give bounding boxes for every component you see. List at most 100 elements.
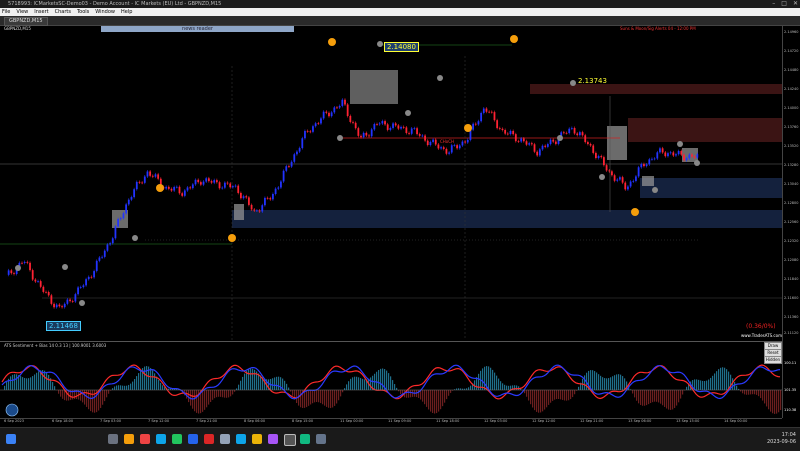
mail-icon[interactable] bbox=[156, 434, 166, 444]
candle-body bbox=[248, 197, 250, 204]
candle-body bbox=[507, 134, 509, 135]
histogram-bar bbox=[674, 390, 675, 408]
menu-window[interactable]: Window bbox=[95, 8, 115, 16]
candle-body bbox=[590, 144, 592, 145]
histogram-bar bbox=[350, 379, 351, 390]
histogram-bar bbox=[410, 390, 411, 397]
indicator-svg bbox=[0, 342, 782, 419]
histogram-bar bbox=[504, 385, 505, 390]
pivot-marker-5 bbox=[337, 135, 343, 141]
candle-body bbox=[99, 257, 101, 260]
site-label: www.TradesATS.com bbox=[741, 333, 782, 338]
histogram-bar bbox=[470, 386, 471, 390]
menu-charts[interactable]: Charts bbox=[55, 8, 71, 16]
histogram-bar bbox=[644, 390, 645, 406]
maximize-button[interactable]: □ bbox=[781, 0, 787, 8]
menu-help[interactable]: Help bbox=[121, 8, 132, 16]
price-axis[interactable]: 2.14960 2.14720 2.14480 2.14240 2.14000 … bbox=[782, 26, 800, 418]
histogram-bar bbox=[32, 376, 33, 390]
candle-body bbox=[245, 196, 247, 197]
candle-body bbox=[256, 210, 258, 211]
histogram-bar bbox=[30, 377, 31, 390]
candle-body bbox=[189, 187, 191, 188]
candle-body bbox=[654, 159, 656, 160]
pivot-marker-13 bbox=[694, 160, 700, 166]
histogram-bar bbox=[426, 390, 427, 407]
candle-body bbox=[187, 187, 189, 190]
menu-file[interactable]: File bbox=[2, 8, 10, 16]
system-clock[interactable]: 17:04 2023-09-06 bbox=[767, 432, 796, 446]
app-icon-4[interactable] bbox=[300, 434, 310, 444]
app-icon-3[interactable] bbox=[268, 434, 278, 444]
close-button[interactable]: ✕ bbox=[793, 0, 798, 8]
candle-body bbox=[293, 154, 295, 161]
candle-body bbox=[446, 149, 448, 154]
browser-icon[interactable] bbox=[140, 434, 150, 444]
price-tick: 2.14480 bbox=[784, 68, 798, 72]
histogram-bar bbox=[146, 366, 147, 390]
app-icon-5[interactable] bbox=[316, 434, 326, 444]
histogram-bar bbox=[778, 390, 779, 412]
histogram-bar bbox=[158, 380, 159, 390]
histogram-bar bbox=[722, 367, 723, 390]
tab-gbpnzd[interactable]: GBPNZD,M15 bbox=[4, 17, 48, 26]
histogram-bar bbox=[228, 390, 229, 397]
histogram-bar bbox=[160, 383, 161, 390]
word-icon[interactable] bbox=[188, 434, 198, 444]
candle-body bbox=[224, 183, 226, 188]
price-chart[interactable] bbox=[0, 26, 782, 340]
histogram-bar bbox=[120, 385, 121, 390]
candle-body bbox=[643, 164, 645, 166]
pivot-marker-14 bbox=[652, 187, 658, 193]
candle-body bbox=[494, 112, 496, 120]
histogram-bar bbox=[458, 388, 459, 390]
pivot-marker-12 bbox=[677, 141, 683, 147]
indicator-level: 101.35 bbox=[784, 388, 796, 392]
histogram-bar bbox=[244, 374, 245, 390]
file-explorer-icon[interactable] bbox=[124, 434, 134, 444]
time-tick: 13 Sep 15:00 bbox=[676, 419, 699, 423]
histogram-bar bbox=[136, 376, 137, 390]
histogram-bar bbox=[100, 390, 101, 408]
histogram-bar bbox=[138, 373, 139, 390]
candle-body bbox=[659, 148, 661, 152]
price-tick: 2.11600 bbox=[784, 296, 798, 300]
menu-tools[interactable]: Tools bbox=[77, 8, 89, 16]
candle-body bbox=[125, 204, 127, 213]
histogram-bar bbox=[104, 390, 105, 401]
time-tick: 8 Sep 06:00 bbox=[244, 419, 265, 423]
app-icon[interactable] bbox=[220, 434, 230, 444]
candle-body bbox=[582, 132, 584, 135]
indicator-panel[interactable]: ATS Sentiment + Bias 14 0.3 13 | 100.900… bbox=[0, 341, 782, 419]
menu-view[interactable]: View bbox=[16, 8, 28, 16]
pivot-marker-10 bbox=[557, 135, 563, 141]
histogram-bar bbox=[712, 376, 713, 390]
candle-body bbox=[638, 167, 640, 176]
minimize-button[interactable]: – bbox=[772, 0, 775, 8]
edge-icon[interactable] bbox=[236, 434, 246, 444]
histogram-bar bbox=[430, 390, 431, 412]
histogram-bar bbox=[316, 390, 317, 402]
histogram-bar bbox=[616, 374, 617, 390]
histogram-bar bbox=[578, 387, 579, 390]
histogram-bar bbox=[758, 390, 759, 396]
search-icon[interactable] bbox=[108, 434, 118, 444]
candle-body bbox=[243, 196, 245, 198]
candle-body bbox=[168, 187, 170, 189]
price-tick: 2.13520 bbox=[784, 144, 798, 148]
histogram-bar bbox=[408, 390, 409, 398]
candle-body bbox=[261, 205, 263, 211]
app-icon-2[interactable] bbox=[252, 434, 262, 444]
excel-icon[interactable] bbox=[172, 434, 182, 444]
histogram-bar bbox=[308, 390, 309, 406]
histogram-bar bbox=[612, 376, 613, 390]
start-icon[interactable] bbox=[6, 434, 16, 444]
menu-insert[interactable]: Insert bbox=[34, 8, 48, 16]
pdf-icon[interactable] bbox=[204, 434, 214, 444]
histogram-bar bbox=[322, 390, 323, 404]
candle-body bbox=[496, 120, 498, 128]
news-reader-button[interactable]: news reader bbox=[101, 26, 294, 32]
histogram-bar bbox=[648, 390, 649, 404]
histogram-bar bbox=[618, 374, 619, 390]
metatrader-icon[interactable] bbox=[284, 434, 296, 446]
